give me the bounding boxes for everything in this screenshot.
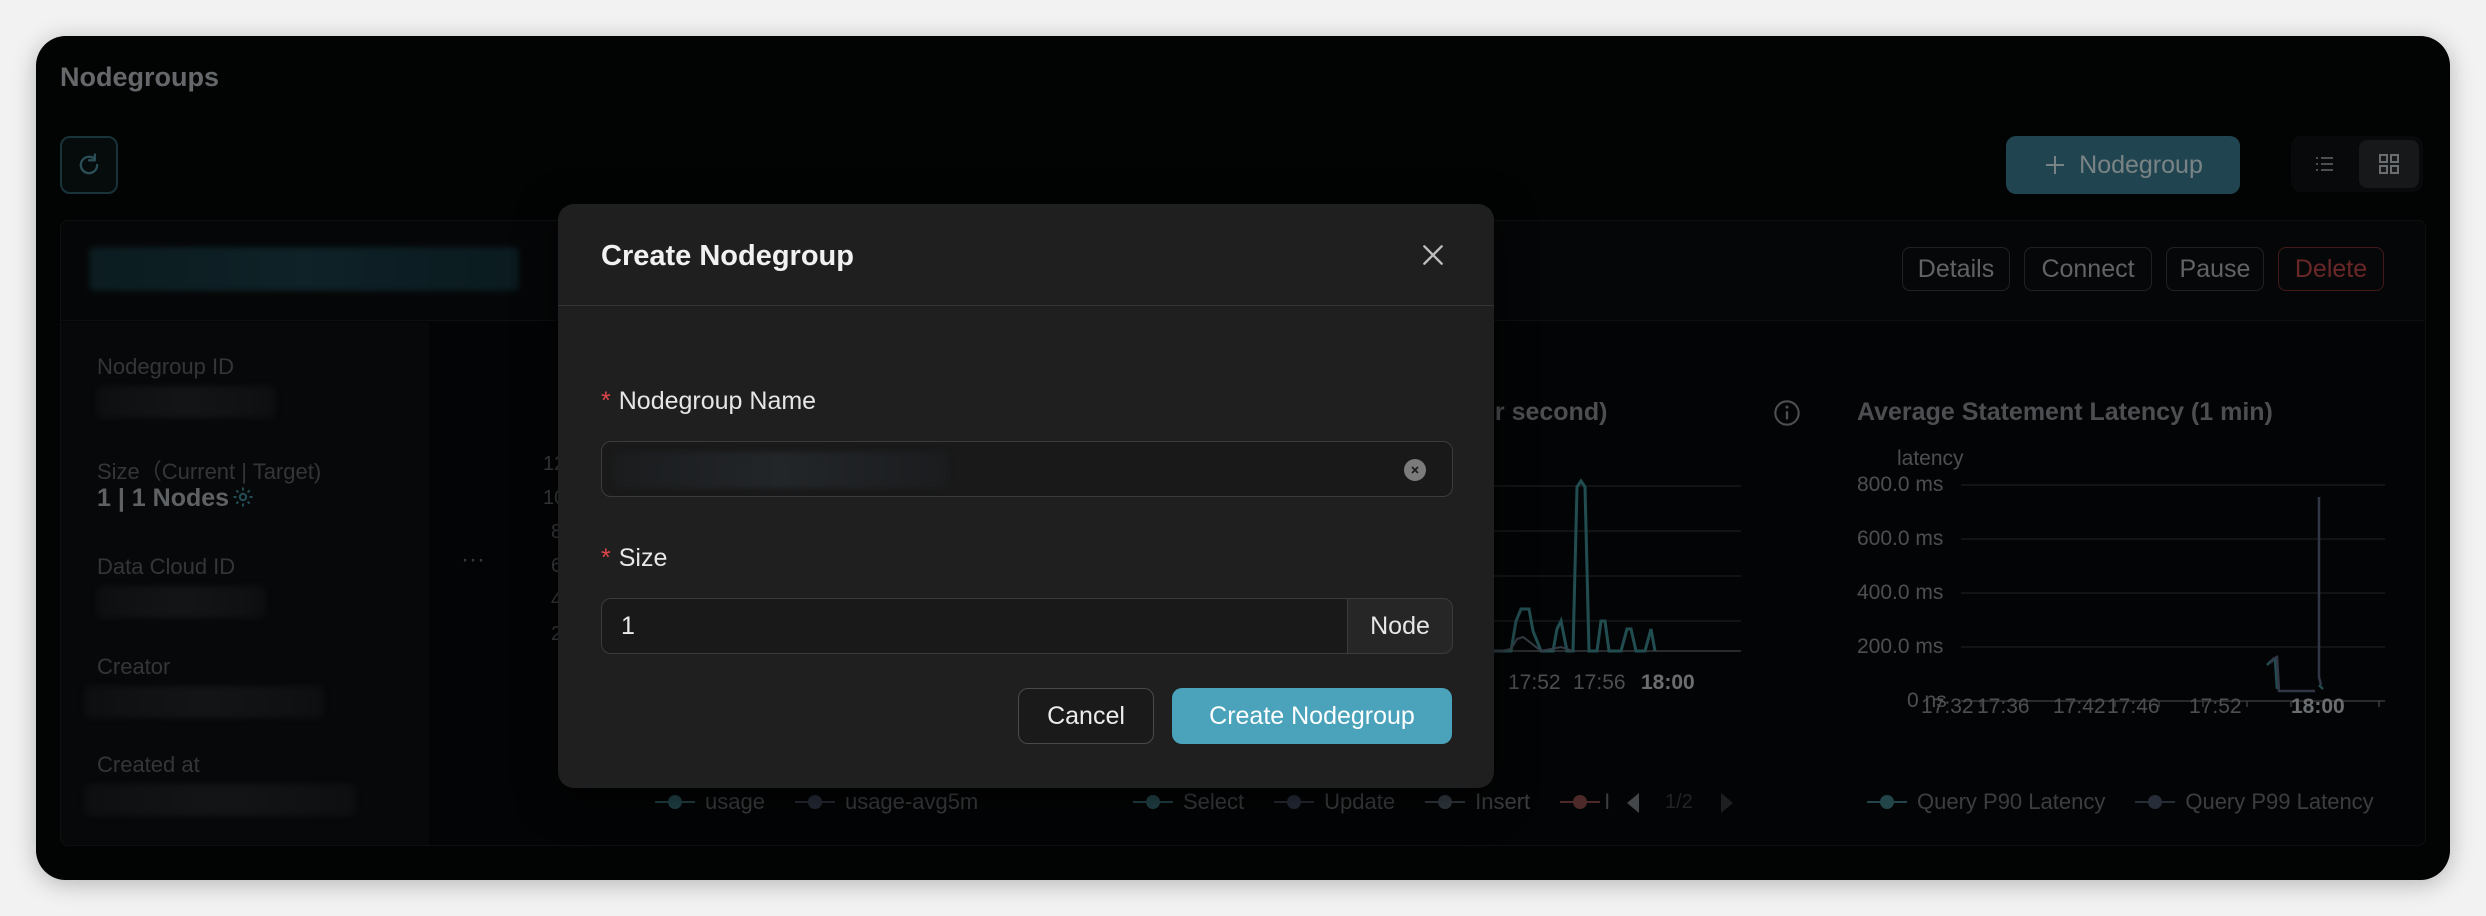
clear-icon[interactable] [1404,459,1426,481]
create-nodegroup-dialog: Create Nodegroup * Nodegroup Name * Size 1… [558,204,1494,788]
size-unit-addon: Node [1347,598,1453,654]
dialog-title: Create Nodegroup [601,240,854,272]
required-mark: * [601,544,611,572]
cancel-button[interactable]: Cancel [1018,688,1154,744]
nodegroup-name-label: * Nodegroup Name [601,387,817,415]
size-input[interactable]: 1 [601,598,1347,654]
dialog-header: Create Nodegroup [558,204,1494,306]
size-field-label: * Size [601,544,668,572]
nodegroup-name-input[interactable] [601,441,1453,497]
required-mark: * [601,387,611,415]
create-nodegroup-button[interactable]: Create Nodegroup [1172,688,1452,744]
nodegroup-name-value-redacted [614,452,948,488]
app-window: Nodegroups Nodegroup Details Connect Pau… [36,36,2450,880]
close-icon [1423,245,1443,265]
close-button[interactable] [1418,240,1448,270]
